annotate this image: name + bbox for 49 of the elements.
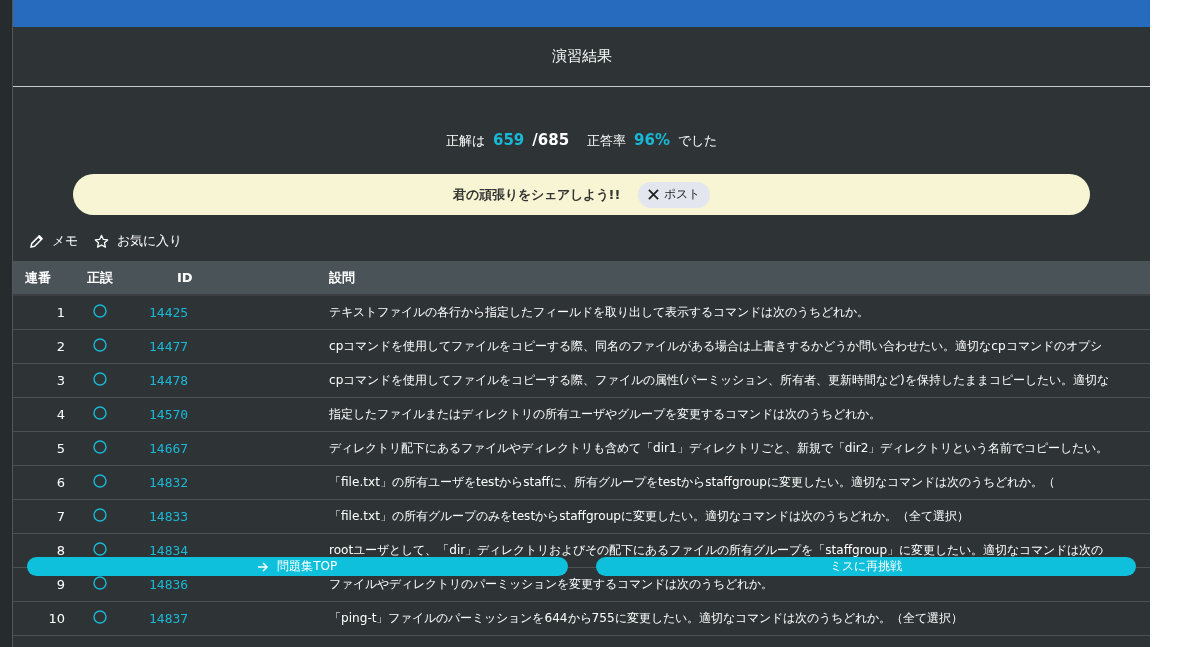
row-number: 7 <box>56 509 65 524</box>
question-text: cpコマンドを使用してファイルをコピーする際、同名のファイルがある場合は上書きするかどうか問い合わせたい。適切なcpコマンドのオプシ <box>329 339 1102 353</box>
row-number: 6 <box>56 475 65 490</box>
share-text: 君の頑張りをシェアしよう!! <box>452 185 621 204</box>
question-text: rootユーザとして、「dir」ディレクトリおよびその配下にあるファイルの所有グループを「staffgroup」に変更したい。適切なコマンドは次の <box>329 543 1104 557</box>
column-header: 設問 <box>317 261 1150 295</box>
question-id-link[interactable]: 14425 <box>149 305 189 320</box>
star-icon <box>94 233 109 249</box>
rate-label: 正答率 <box>587 132 627 150</box>
row-number: 4 <box>56 407 65 422</box>
row-number: 5 <box>56 441 65 456</box>
x-logo-icon <box>648 189 660 200</box>
correct-rate: 96% <box>634 131 670 149</box>
column-header: 正誤 <box>75 261 137 295</box>
score-label: 正解は <box>446 132 485 150</box>
question-id-link[interactable]: 14837 <box>149 611 189 626</box>
question-text: ファイルやディレクトリのパーミッションを変更するコマンドは次のうちどれか。 <box>329 577 773 591</box>
column-header: ID <box>137 261 317 295</box>
memo-button[interactable]: メモ <box>29 232 78 250</box>
question-id-link[interactable]: 14833 <box>149 509 189 524</box>
question-id-link[interactable]: 14834 <box>149 543 189 558</box>
favorite-button[interactable]: お気に入り <box>94 232 182 250</box>
row-number: 2 <box>56 339 65 354</box>
score-suffix: でした <box>678 132 717 150</box>
row-number: 1 <box>56 305 65 320</box>
question-text: 「ping-t」ファイルのパーミッションを644から755に変更したい。適切なコマンドは次のうちどれか。（全て選択） <box>329 611 963 625</box>
question-id-link[interactable]: 14570 <box>149 407 189 422</box>
question-id-link[interactable]: 14836 <box>149 577 189 592</box>
post-button[interactable]: ポスト <box>638 181 711 208</box>
question-text: cpコマンドを使用してファイルをコピーする際、ファイルの属性(パーミッション、所有者、更新時間など)を保持したままコピーしたい。適切な <box>329 373 1109 387</box>
row-number: 10 <box>48 611 65 626</box>
total-count: /685 <box>532 131 570 149</box>
question-id-link[interactable]: 14477 <box>149 339 189 354</box>
page-title: 演習結果 <box>551 47 612 66</box>
question-id-link[interactable]: 14478 <box>149 373 189 388</box>
row-number: 3 <box>56 373 65 388</box>
question-text: テキストファイルの各行から指定したフィールドを取り出して表示するコマンドは次のうちどれか。 <box>329 305 869 319</box>
question-text: 指定したファイルまたはディレクトリの所有ユーザやグループを変更するコマンドは次のうちどれか。 <box>329 407 881 421</box>
question-text: 「file.txt」の所有ユーザをtestからstaffに、所有グループをtestからstaffgroupに変更したい。適切なコマンドは次のうちどれか。（ <box>329 475 1056 489</box>
row-number: 8 <box>56 543 65 558</box>
question-text: 「file.txt」の所有グループのみをtestからstaffgroupに変更したい。適切なコマンドは次のうちどれか。（全て選択） <box>329 509 970 523</box>
question-id-link[interactable]: 14667 <box>149 441 189 456</box>
pencil-icon <box>29 233 44 249</box>
arrow-right-icon <box>257 560 270 573</box>
correct-count: 659 <box>493 131 525 149</box>
column-header: 連番 <box>13 261 75 295</box>
row-number: 9 <box>56 577 65 592</box>
question-text: ディレクトリ配下にあるファイルやディレクトリも含めて「dir1」ディレクトリごと、新規で「dir2」ディレクトリという名前でコピーしたい。 <box>329 441 1109 455</box>
question-id-link[interactable]: 14832 <box>149 475 189 490</box>
